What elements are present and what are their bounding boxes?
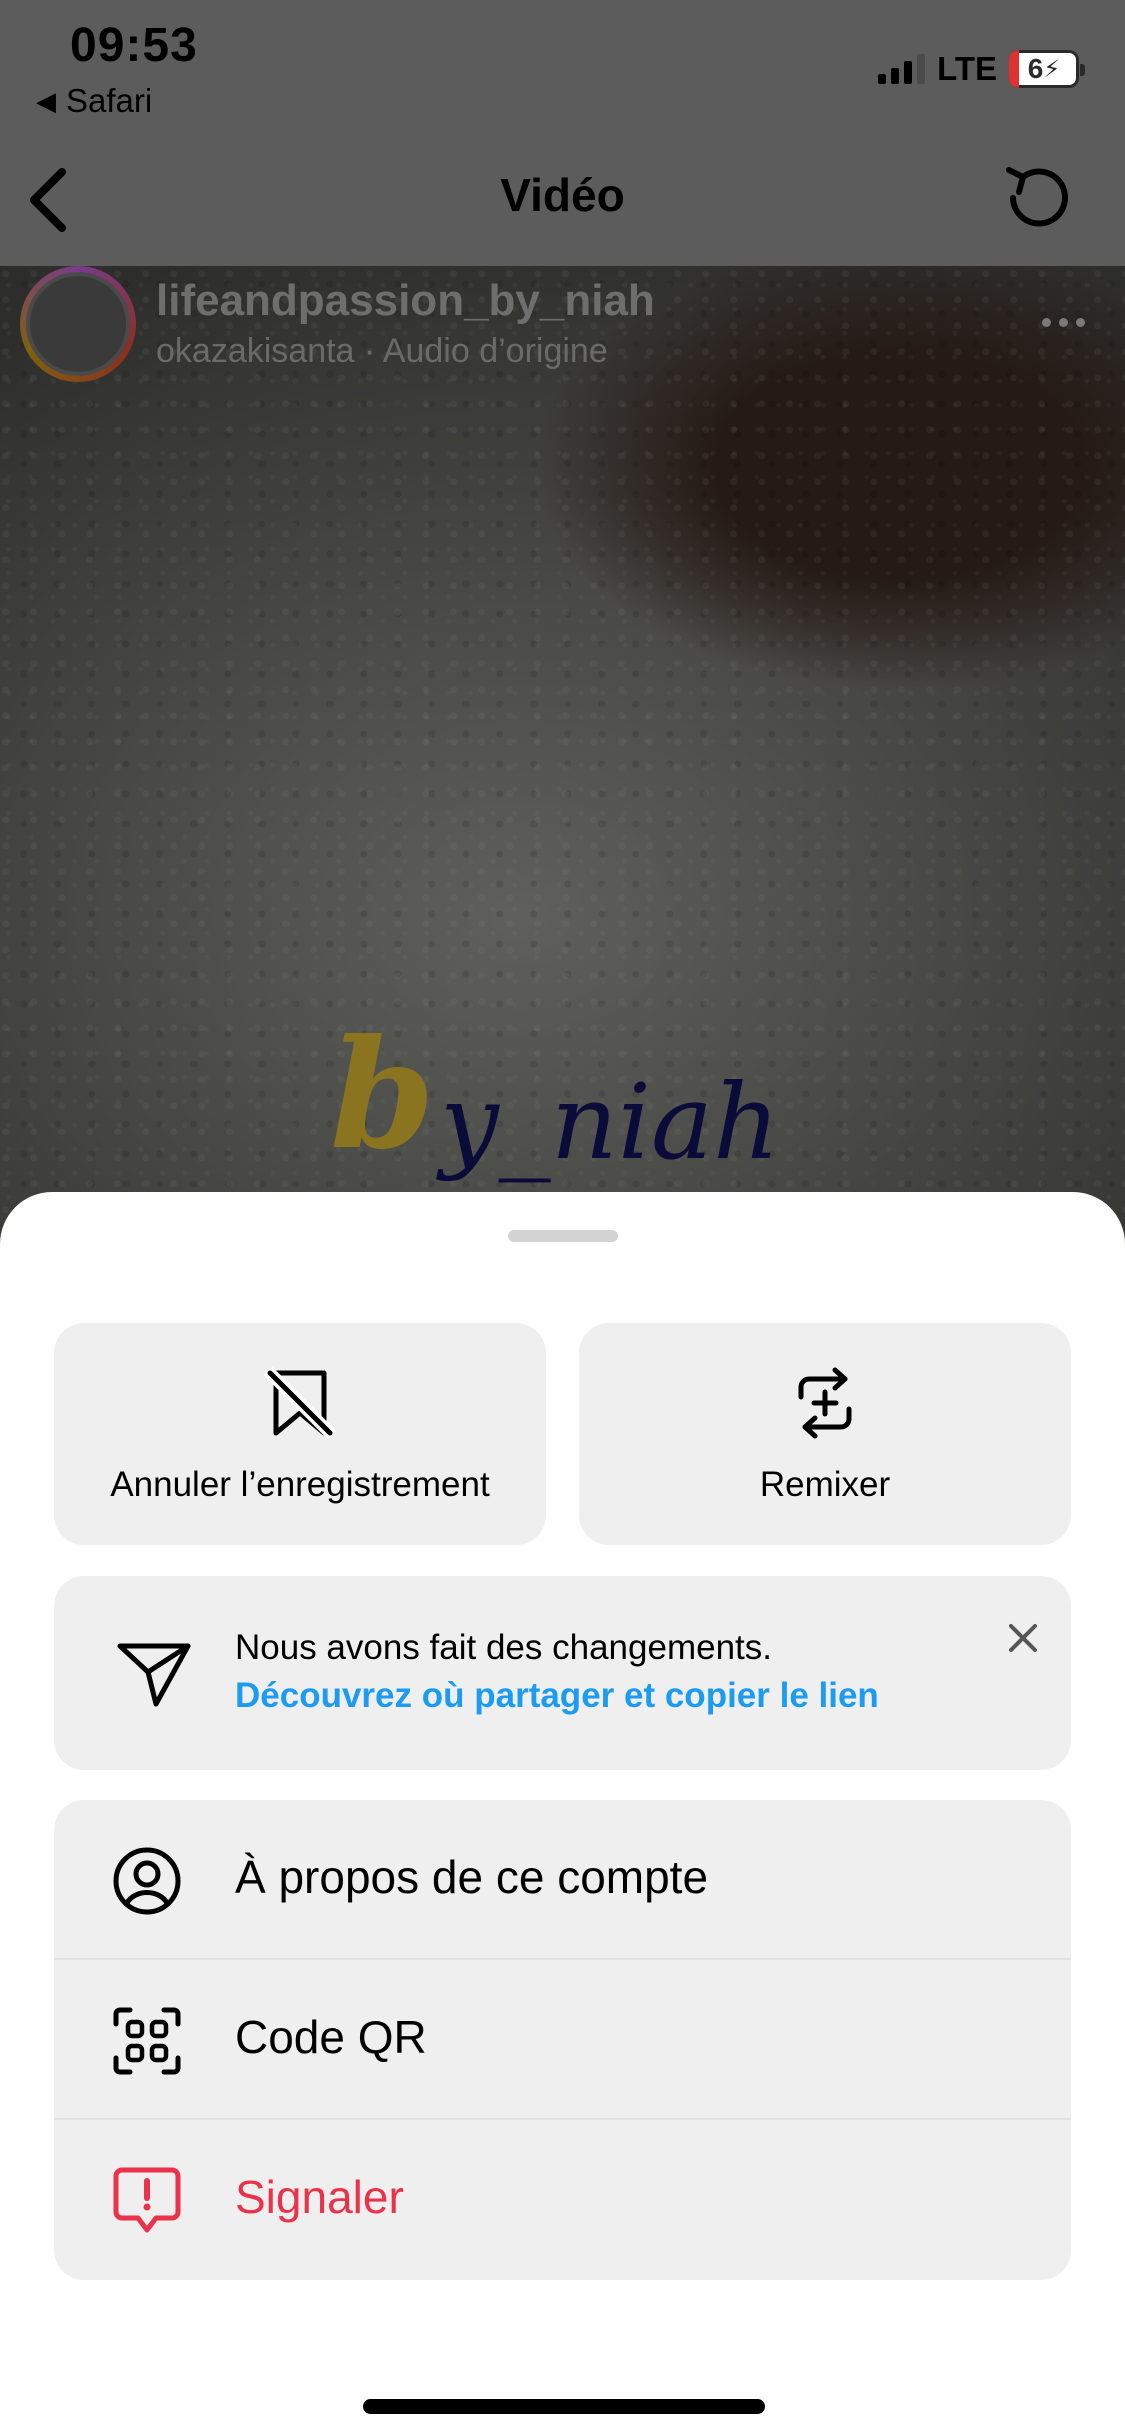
unsave-label: Annuler l’enregistrement [110,1465,490,1504]
back-to-app-link[interactable]: ◀ Safari [36,82,152,120]
post-username[interactable]: lifeandpassion_by_niah [156,276,655,326]
battery-level: 6 [1027,53,1044,84]
remix-button[interactable]: Remixer [579,1323,1071,1545]
menu-item-label: Code QR [235,2011,427,2063]
qr-code-icon [113,2007,181,2075]
options-bottom-sheet: Annuler l’enregistrement Remixer Nous av… [0,1192,1125,2436]
menu-item-about-account[interactable]: À propos de ce compte [54,1800,1071,1960]
notice-title: Nous avons fait des changements. [235,1628,772,1667]
battery-icon: 6 ⚡ [1009,50,1085,88]
remix-icon [798,1367,852,1439]
post-audio-subtitle[interactable]: okazakisanta · Audio d’origine [156,332,608,371]
back-app-label: Safari [66,82,153,119]
menu-item-label: À propos de ce compte [235,1851,709,1903]
menu-item-qr-code[interactable]: Code QR [54,1960,1071,2120]
more-options-icon[interactable] [1042,318,1085,327]
video-watermark: b y_niah [330,1007,780,1183]
share-changes-notice[interactable]: Nous avons fait des changements. Découvr… [54,1576,1071,1770]
avatar[interactable] [20,266,136,382]
menu-item-label: Signaler [235,2171,404,2223]
unsave-button[interactable]: Annuler l’enregistrement [54,1323,546,1545]
refresh-icon[interactable] [999,160,1075,236]
report-icon [113,2167,181,2233]
status-time: 09:53 [70,19,198,72]
network-label: LTE [937,50,997,87]
page-title: Vidéo [500,169,625,221]
unsave-bookmark-icon [264,1367,336,1439]
back-triangle-icon: ◀ [36,85,56,116]
signal-icon [878,54,926,84]
menu-item-report[interactable]: Signaler [54,2120,1071,2280]
home-indicator[interactable] [363,2399,765,2414]
send-icon [117,1643,191,1707]
notice-link[interactable]: Découvrez où partager et copier le lien [235,1676,879,1716]
sheet-grabber[interactable] [508,1230,618,1242]
options-menu: À propos de ce compte Code QR Signaler [54,1800,1071,2280]
remix-label: Remixer [759,1465,891,1504]
account-circle-icon [113,1847,181,1915]
status-indicators: LTE 6 ⚡ [878,50,1085,88]
close-icon[interactable] [1001,1616,1045,1660]
